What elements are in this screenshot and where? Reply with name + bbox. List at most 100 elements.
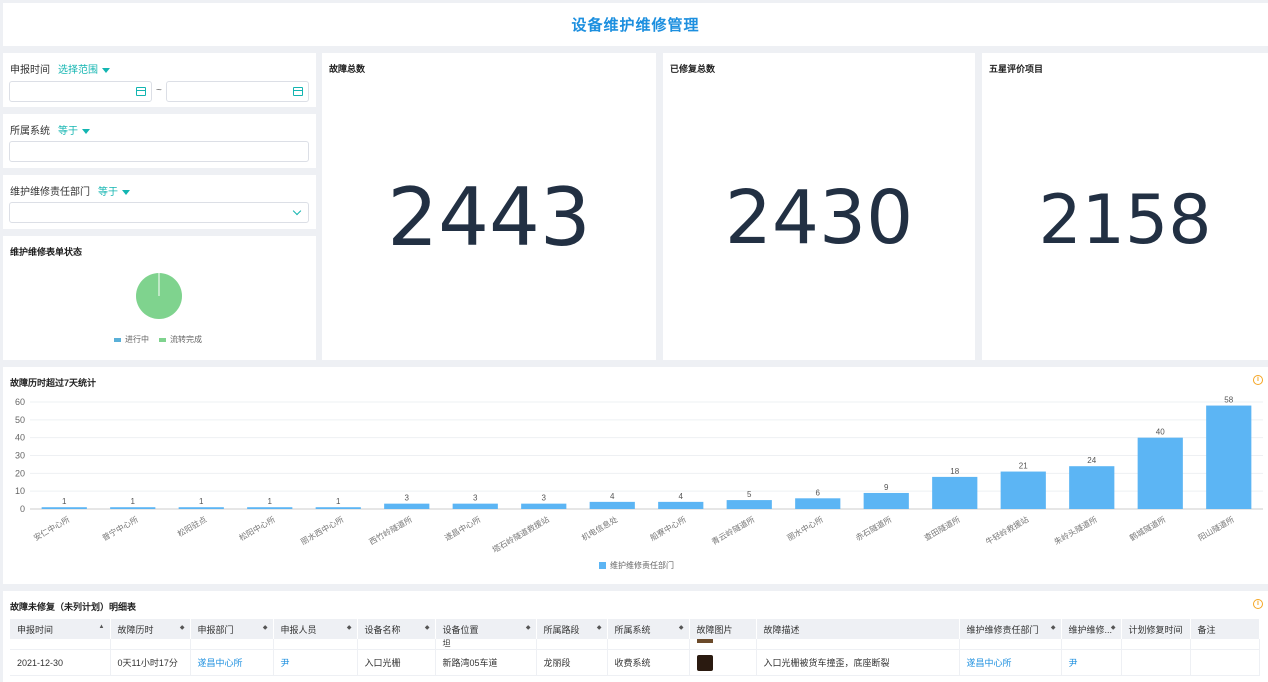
calendar-icon[interactable] — [136, 87, 146, 96]
kpi-value-total: 2443 — [387, 171, 591, 264]
legend-in-progress[interactable]: 进行中 — [125, 334, 149, 345]
bar[interactable] — [658, 501, 704, 509]
x-tick-label: 机电信息处 — [580, 514, 620, 543]
kpi-title-repaired: 已修复总数 — [670, 64, 716, 74]
sort-icon[interactable]: ◆ — [180, 624, 185, 631]
system-filter-label-row: 所属系统 等于 — [10, 122, 90, 137]
status-legend: 进行中 流转完成 — [114, 334, 202, 345]
system-input[interactable] — [9, 141, 309, 162]
col-header-location[interactable]: 设备位置 ◆ — [435, 619, 537, 639]
bar[interactable] — [384, 503, 430, 509]
cell-equipment: 入口光栅 — [357, 649, 436, 676]
bar[interactable] — [726, 500, 772, 509]
col-header-remark: 备注 — [1190, 619, 1261, 639]
col-header-person[interactable]: 申报人员 ◆ — [273, 619, 358, 639]
kpi-card-total: 故障总数 2443 — [322, 53, 656, 360]
dept-op-dropdown[interactable]: 等于 — [98, 187, 130, 198]
sort-icon[interactable]: ◆ — [263, 624, 268, 631]
sort-icon[interactable]: ◆ — [526, 624, 531, 631]
info-icon[interactable]: i — [1253, 599, 1263, 609]
bar[interactable] — [315, 507, 361, 509]
dept-filter-label: 维护维修责任部门 — [10, 187, 90, 198]
sort-icon[interactable]: ◆ — [1111, 624, 1116, 631]
cell-section: 龙丽段 — [536, 649, 608, 676]
sort-icon[interactable]: ◆ — [347, 624, 352, 631]
x-tick-label: 普宁中心所 — [100, 514, 140, 543]
x-tick-label: 阳山隧道所 — [1196, 514, 1236, 543]
table-row[interactable]: 2021-12-30 0天11小时17分 遂昌中心所 尹 入口光栅 新路湾05车… — [10, 649, 1261, 676]
x-tick-label: 松阳驻点 — [176, 514, 209, 539]
bar[interactable] — [521, 503, 567, 509]
date-range-op-dropdown[interactable]: 选择范围 — [58, 65, 110, 76]
cell-resp-link[interactable]: 尹 — [1061, 649, 1122, 676]
legend-done[interactable]: 流转完成 — [170, 334, 202, 345]
x-tick-label: 塔石岭隧道救援站 — [490, 514, 550, 555]
y-tick-label: 30 — [15, 451, 25, 461]
cell-system: 收费系统 — [607, 649, 690, 676]
bar-value-label: 18 — [950, 467, 959, 476]
table-title: 故障未修复（未列计划）明细表 — [10, 602, 137, 612]
cell-dept-link[interactable]: 遂昌中心所 — [190, 649, 274, 676]
legend-dept[interactable]: 维护维修责任部门 — [610, 560, 674, 571]
x-tick-label: 丽水中心所 — [785, 514, 825, 543]
x-tick-label: 西竹岭隧道所 — [367, 514, 414, 547]
sort-icon[interactable]: ◆ — [679, 624, 684, 631]
bar[interactable] — [110, 507, 156, 509]
dept-select[interactable] — [9, 202, 309, 223]
bar-value-label: 40 — [1156, 428, 1165, 437]
sort-icon[interactable]: ◆ — [597, 624, 602, 631]
x-tick-label: 船寮中心所 — [648, 514, 688, 543]
bar[interactable] — [932, 476, 978, 509]
calendar-icon[interactable] — [293, 87, 303, 96]
col-header-section[interactable]: 所属路段 ◆ — [536, 619, 608, 639]
cell-location: 新路湾05车道 — [435, 649, 537, 676]
bar[interactable] — [1206, 405, 1252, 509]
cell-person-link[interactable]: 尹 — [273, 649, 358, 676]
system-op-dropdown[interactable]: 等于 — [58, 126, 90, 137]
dept-filter: 维护维修责任部门 等于 — [3, 175, 316, 229]
bar-value-label: 58 — [1224, 396, 1233, 405]
sort-icon[interactable]: ◆ — [425, 624, 430, 631]
table-row-partial[interactable]: 坦 — [10, 639, 1261, 650]
bar-value-label: 6 — [816, 488, 821, 497]
col-header-duration[interactable]: 故障历时 ◆ — [110, 619, 191, 639]
col-header-dept[interactable]: 申报部门 ◆ — [190, 619, 274, 639]
col-header-desc: 故障描述 — [756, 619, 960, 639]
status-card: 维护维修表单状态 进行中 流转完成 — [3, 236, 316, 360]
sort-icon[interactable]: ▲ — [99, 624, 105, 630]
x-tick-label: 遂昌中心所 — [443, 514, 483, 543]
bar[interactable] — [452, 503, 498, 509]
bar[interactable] — [178, 507, 224, 509]
col-header-resp-dept[interactable]: 维护维修责任部门 ◆ — [959, 619, 1062, 639]
col-header-date[interactable]: 申报时间 ▲ — [10, 619, 111, 639]
col-header-resp[interactable]: 维护维修... ◆ — [1061, 619, 1122, 639]
bar[interactable] — [1000, 471, 1046, 509]
start-date-input[interactable] — [9, 81, 152, 102]
fault-image-thumbnail[interactable] — [696, 654, 713, 671]
col-header-equipment[interactable]: 设备名称 ◆ — [357, 619, 436, 639]
cell-plan-time — [1121, 649, 1191, 676]
col-header-system[interactable]: 所属系统 ◆ — [607, 619, 690, 639]
date-filter: 申报时间 选择范围 ~ — [3, 53, 316, 107]
bar[interactable] — [1069, 466, 1115, 509]
bar[interactable] — [1137, 437, 1183, 509]
status-title: 维护维修表单状态 — [10, 247, 83, 257]
bar[interactable] — [247, 507, 293, 509]
cell-resp-dept-link[interactable]: 遂昌中心所 — [959, 649, 1062, 676]
y-tick-label: 10 — [15, 486, 25, 496]
system-filter: 所属系统 等于 — [3, 114, 316, 168]
cell-remark — [1190, 649, 1261, 676]
bar-value-label: 4 — [610, 492, 615, 501]
bar[interactable] — [589, 501, 635, 509]
bar[interactable] — [795, 498, 841, 509]
cell-image — [689, 649, 757, 676]
sort-icon[interactable]: ◆ — [1051, 624, 1056, 631]
x-tick-label: 朱岭头隧道所 — [1052, 514, 1099, 547]
end-date-input[interactable] — [166, 81, 309, 102]
caret-down-icon — [122, 189, 130, 195]
bar[interactable] — [41, 507, 87, 509]
bar[interactable] — [863, 492, 909, 509]
fault-image-thumbnail[interactable] — [696, 639, 713, 643]
y-tick-label: 50 — [15, 415, 25, 425]
kpi-title-five-star: 五星评价项目 — [989, 64, 1044, 74]
